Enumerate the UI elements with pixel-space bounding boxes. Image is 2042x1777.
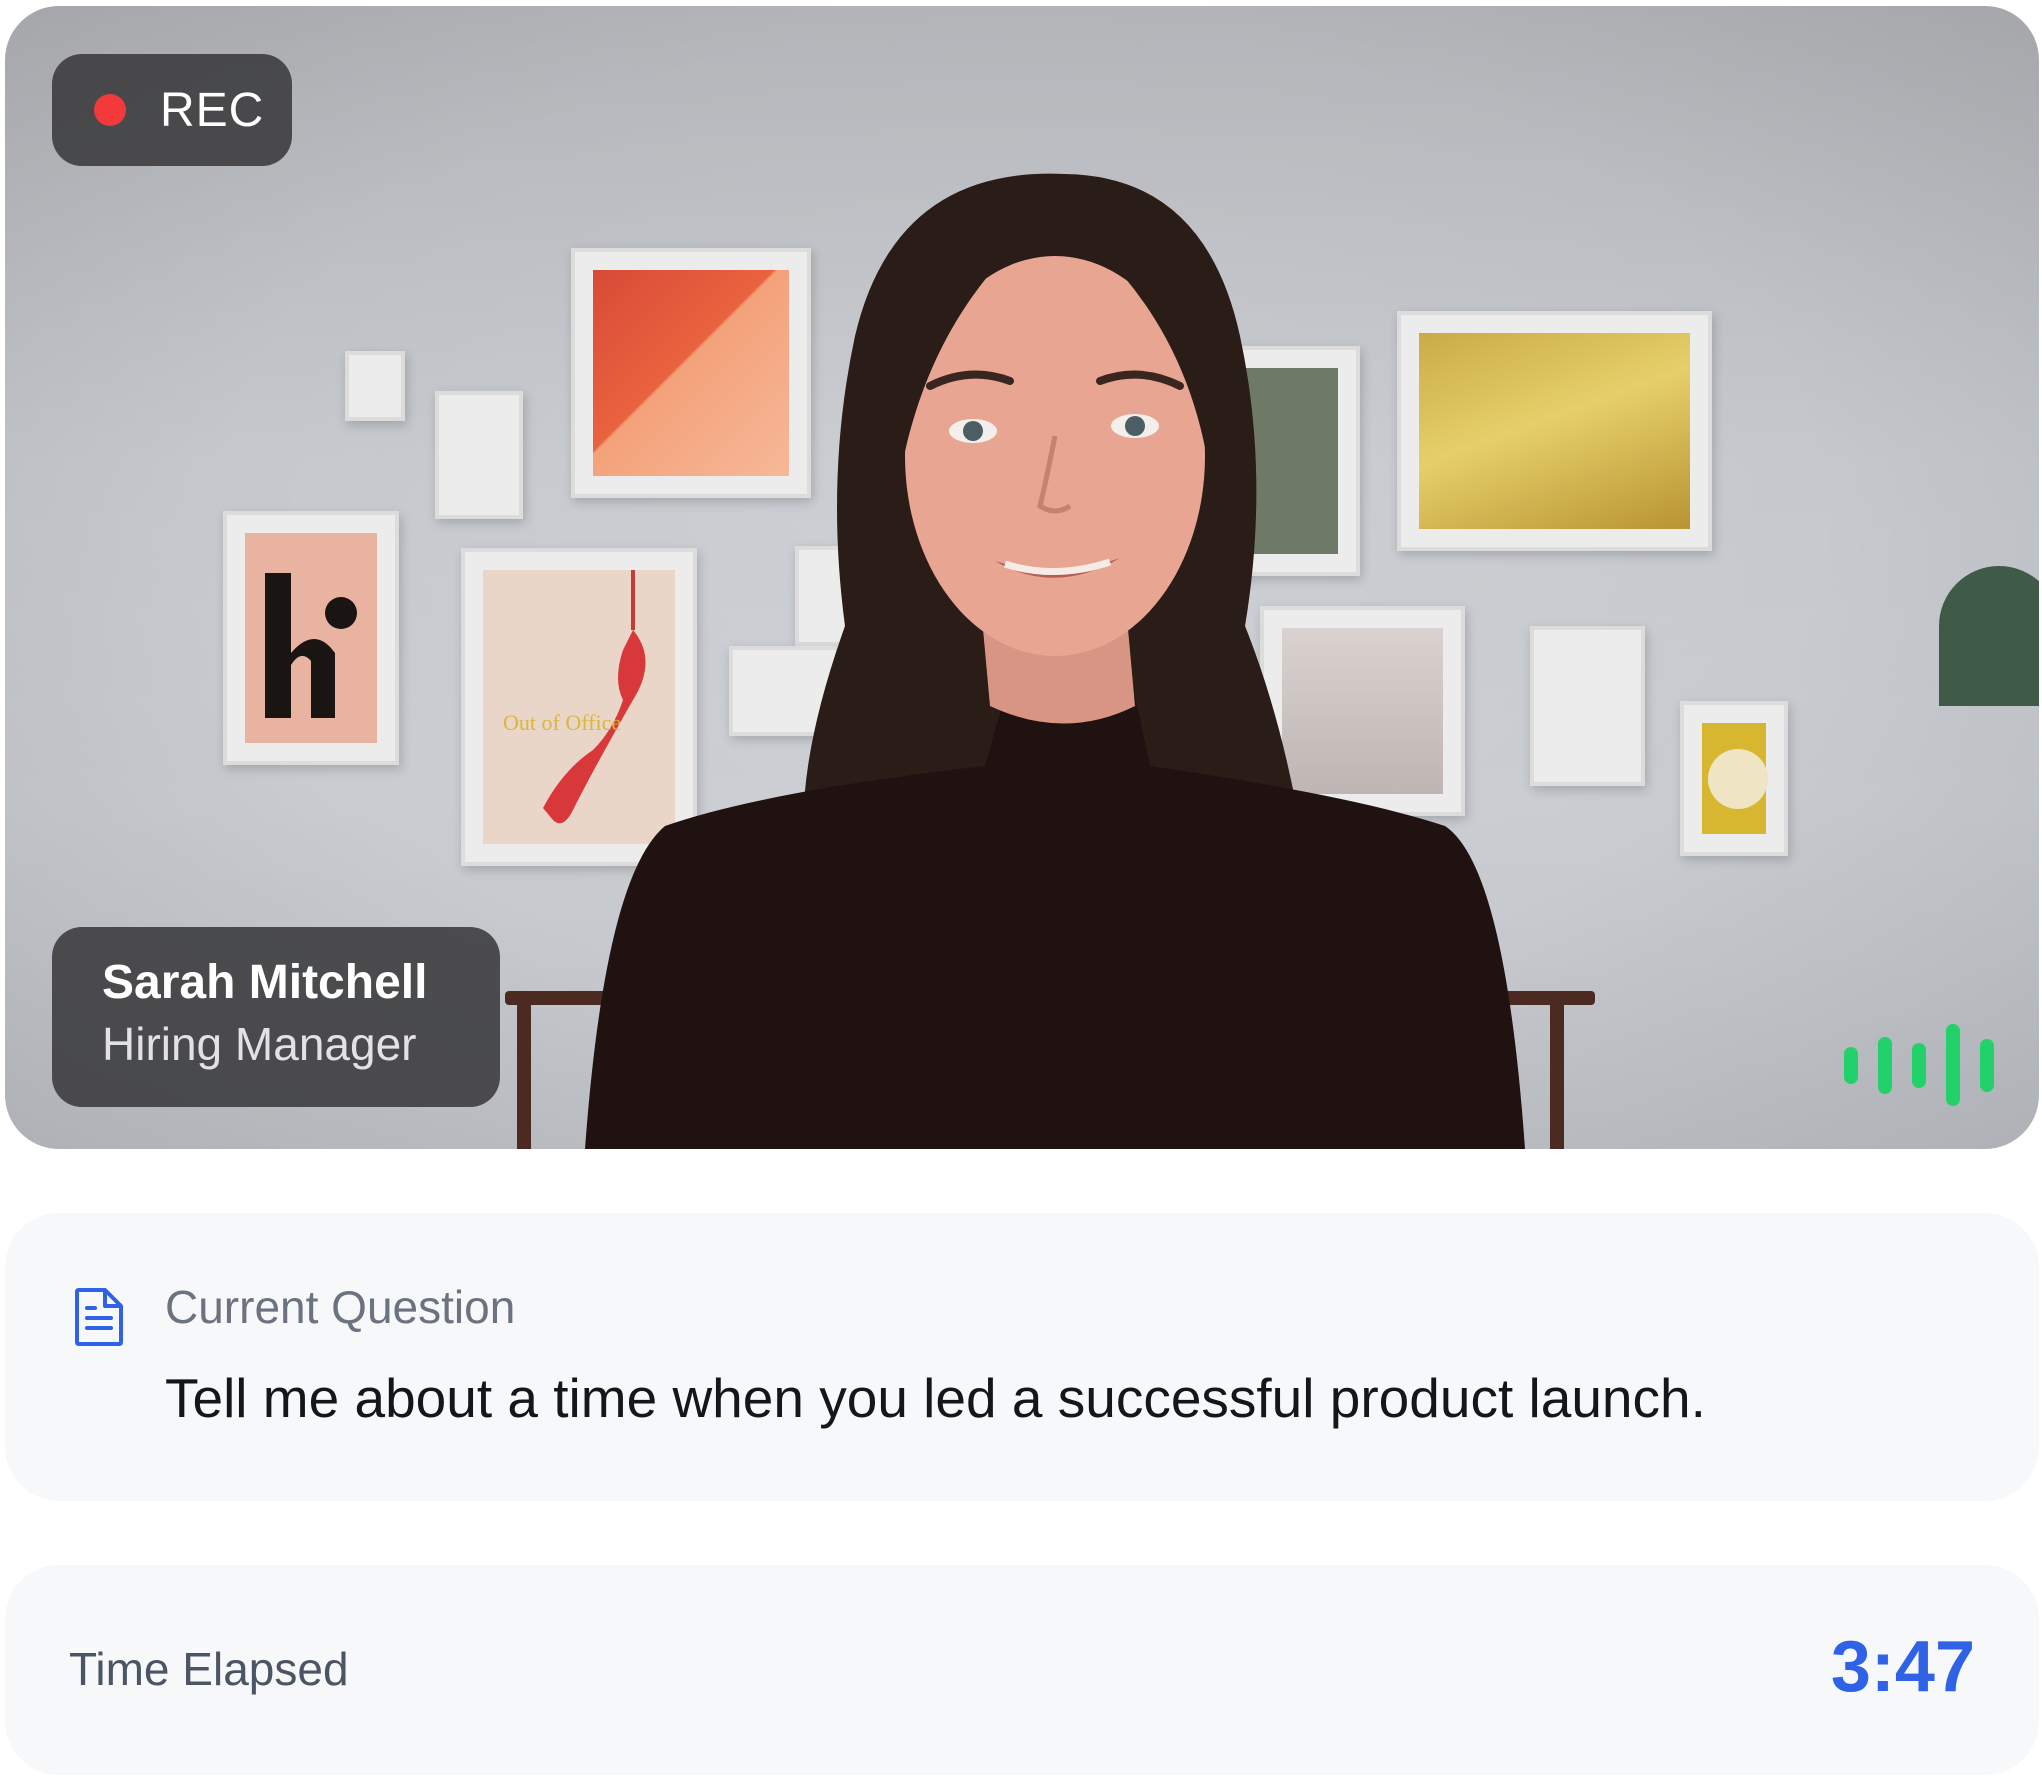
- time-elapsed-card: Time Elapsed 3:47: [5, 1565, 2039, 1775]
- video-feed: Out of Office REC Sarah Mitchell Hiring …: [5, 6, 2039, 1149]
- question-text: Tell me about a time when you led a succ…: [165, 1367, 1706, 1429]
- time-elapsed-value: 3:47: [1830, 1627, 1975, 1707]
- audio-level-bar: [1912, 1042, 1926, 1088]
- audio-level-bar: [1844, 1046, 1858, 1084]
- document-icon: [75, 1288, 123, 1346]
- time-elapsed-label: Time Elapsed: [69, 1643, 349, 1695]
- recording-dot-icon: [94, 94, 126, 126]
- question-label: Current Question: [165, 1281, 516, 1333]
- recording-label: REC: [160, 83, 265, 137]
- participant-name-plate: Sarah Mitchell Hiring Manager: [52, 927, 500, 1107]
- audio-level-bar: [1946, 1024, 1960, 1106]
- participant-role: Hiring Manager: [102, 1018, 417, 1070]
- audio-level-bar: [1878, 1036, 1892, 1094]
- participant-name: Sarah Mitchell: [102, 956, 428, 1009]
- recording-badge: REC: [52, 54, 292, 166]
- audio-level-bar: [1980, 1038, 1994, 1092]
- current-question-card: Current Question Tell me about a time wh…: [5, 1213, 2039, 1501]
- audio-level-icon: [1844, 1024, 1994, 1106]
